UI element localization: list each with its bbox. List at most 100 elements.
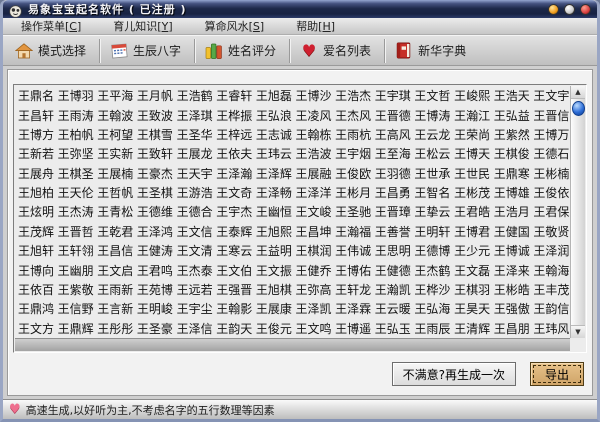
name-cell[interactable]: 王幽恒 bbox=[253, 202, 293, 221]
minimize-button[interactable] bbox=[548, 3, 559, 15]
name-cell[interactable]: 王博沙 bbox=[292, 86, 332, 105]
name-cell[interactable]: 王晋德 bbox=[372, 105, 412, 124]
name-cell[interactable]: 王雨杭 bbox=[332, 125, 372, 144]
name-cell[interactable]: 王志诚 bbox=[253, 125, 293, 144]
name-cell[interactable]: 王茂辉 bbox=[15, 222, 55, 241]
name-cell[interactable]: 王博君 bbox=[451, 222, 491, 241]
name-cell[interactable]: 王圣华 bbox=[174, 125, 214, 144]
name-cell[interactable]: 王泽霖 bbox=[332, 299, 372, 318]
name-cell[interactable]: 王豪杰 bbox=[134, 164, 174, 183]
name-cell[interactable]: 王益明 bbox=[253, 241, 293, 260]
name-cell[interactable]: 王凌风 bbox=[292, 105, 332, 124]
name-cell[interactable]: 王玮风 bbox=[530, 319, 570, 338]
name-cell[interactable]: 王浩杰 bbox=[332, 86, 372, 105]
name-cell[interactable]: 王苑博 bbox=[134, 280, 174, 299]
name-cell[interactable]: 王浩月 bbox=[491, 202, 531, 221]
name-cell[interactable]: 王彤彤 bbox=[94, 319, 134, 338]
name-cell[interactable]: 王文伯 bbox=[213, 260, 253, 279]
name-cell[interactable]: 王博雄 bbox=[491, 183, 531, 202]
name-cell[interactable]: 王文振 bbox=[253, 260, 293, 279]
name-cell[interactable]: 王文峻 bbox=[292, 202, 332, 221]
name-cell[interactable]: 王远若 bbox=[174, 280, 214, 299]
toolbar-button-name-score[interactable]: 姓名评分 bbox=[199, 39, 286, 62]
name-cell[interactable]: 王博万 bbox=[530, 125, 570, 144]
name-cell[interactable]: 王昌朋 bbox=[491, 319, 531, 338]
name-cell[interactable]: 王棋俊 bbox=[491, 144, 531, 163]
name-cell[interactable]: 王鼎辉 bbox=[55, 319, 95, 338]
name-cell[interactable]: 王文清 bbox=[174, 241, 214, 260]
name-cell[interactable]: 王寒云 bbox=[213, 241, 253, 260]
name-cell[interactable]: 王博遥 bbox=[332, 319, 372, 338]
name-cell[interactable]: 王清辉 bbox=[451, 319, 491, 338]
name-cell[interactable]: 王挚云 bbox=[411, 202, 451, 221]
name-cell[interactable]: 王依百 bbox=[15, 280, 55, 299]
name-cell[interactable]: 王浩波 bbox=[292, 144, 332, 163]
name-cell[interactable]: 王泽洋 bbox=[292, 183, 332, 202]
export-button[interactable]: 导出 bbox=[529, 362, 584, 386]
name-cell[interactable]: 王博向 bbox=[15, 260, 55, 279]
name-cell[interactable]: 王弥高 bbox=[292, 280, 332, 299]
name-cell[interactable]: 王杰风 bbox=[332, 105, 372, 124]
name-cell[interactable]: 王韵天 bbox=[213, 319, 253, 338]
name-cell[interactable]: 王杰涛 bbox=[55, 202, 95, 221]
name-cell[interactable]: 王文奇 bbox=[213, 183, 253, 202]
name-cell[interactable]: 王博方 bbox=[15, 125, 55, 144]
name-cell[interactable]: 王德石 bbox=[530, 144, 570, 163]
name-cell[interactable]: 王博诚 bbox=[491, 241, 531, 260]
name-cell[interactable]: 王紫敬 bbox=[55, 280, 95, 299]
name-cell[interactable]: 王博佑 bbox=[332, 260, 372, 279]
scrollbar-thumb[interactable] bbox=[572, 101, 585, 116]
name-cell[interactable]: 王文哲 bbox=[411, 86, 451, 105]
name-cell[interactable]: 王泽润 bbox=[530, 241, 570, 260]
name-cell[interactable]: 王棋圣 bbox=[55, 164, 95, 183]
name-cell[interactable]: 王展康 bbox=[253, 299, 293, 318]
name-cell[interactable]: 王明峻 bbox=[134, 299, 174, 318]
name-cell[interactable]: 王雨涛 bbox=[55, 105, 95, 124]
name-cell[interactable]: 王明轩 bbox=[411, 222, 451, 241]
name-cell[interactable]: 王天宇 bbox=[174, 164, 214, 183]
toolbar-button-loved-names[interactable]: ♥ 爱名列表 bbox=[294, 39, 381, 62]
toolbar-button-mode-select[interactable]: 模式选择 bbox=[9, 39, 96, 62]
name-cell[interactable]: 王浩天 bbox=[491, 86, 531, 105]
name-cell[interactable]: 王平海 bbox=[94, 86, 134, 105]
name-cell[interactable]: 王俊欧 bbox=[332, 164, 372, 183]
name-cell[interactable]: 王新若 bbox=[15, 144, 55, 163]
name-cell[interactable]: 王君鸣 bbox=[134, 260, 174, 279]
name-cell[interactable]: 王轩龙 bbox=[332, 280, 372, 299]
name-cell[interactable]: 王翰影 bbox=[213, 299, 253, 318]
name-cell[interactable]: 王昌信 bbox=[94, 241, 134, 260]
name-cell[interactable]: 王少元 bbox=[451, 241, 491, 260]
name-cell[interactable]: 王游浩 bbox=[174, 183, 214, 202]
name-cell[interactable]: 王伟诚 bbox=[332, 241, 372, 260]
name-cell[interactable]: 王泽来 bbox=[491, 260, 531, 279]
name-cell[interactable]: 王杰泰 bbox=[174, 260, 214, 279]
menu-item-h[interactable]: 帮助[H] bbox=[288, 17, 343, 35]
name-cell[interactable]: 王文鸣 bbox=[292, 319, 332, 338]
name-cell[interactable]: 王旭磊 bbox=[253, 86, 293, 105]
name-cell[interactable]: 王瀚江 bbox=[451, 105, 491, 124]
close-button[interactable] bbox=[580, 3, 591, 15]
name-cell[interactable]: 王彬茂 bbox=[451, 183, 491, 202]
name-cell[interactable]: 王昌勇 bbox=[372, 183, 412, 202]
name-cell[interactable]: 王彬楠 bbox=[530, 164, 570, 183]
name-cell[interactable]: 王云龙 bbox=[411, 125, 451, 144]
name-cell[interactable]: 王乾君 bbox=[94, 222, 134, 241]
name-cell[interactable]: 王鼎名 bbox=[15, 86, 55, 105]
name-cell[interactable]: 王棋润 bbox=[292, 241, 332, 260]
name-cell[interactable]: 王至海 bbox=[372, 144, 412, 163]
menu-item-s[interactable]: 算命风水[S] bbox=[197, 17, 273, 35]
name-cell[interactable]: 王文宇 bbox=[530, 86, 570, 105]
regenerate-button[interactable]: 不满意?再生成一次 bbox=[391, 362, 516, 386]
name-cell[interactable]: 王云暖 bbox=[372, 299, 412, 318]
name-cell[interactable]: 王泰辉 bbox=[213, 222, 253, 241]
name-cell[interactable]: 王泽信 bbox=[174, 319, 214, 338]
name-cell[interactable]: 王旭柏 bbox=[15, 183, 55, 202]
name-cell[interactable]: 王紫然 bbox=[491, 125, 531, 144]
name-cell[interactable]: 王德博 bbox=[411, 241, 451, 260]
name-cell[interactable]: 王强傲 bbox=[491, 299, 531, 318]
name-cell[interactable]: 王世民 bbox=[451, 164, 491, 183]
name-cell[interactable]: 王健涛 bbox=[134, 241, 174, 260]
name-cell[interactable]: 王棋雪 bbox=[134, 125, 174, 144]
name-cell[interactable]: 王弘玉 bbox=[372, 319, 412, 338]
name-cell[interactable]: 王君保 bbox=[530, 202, 570, 221]
